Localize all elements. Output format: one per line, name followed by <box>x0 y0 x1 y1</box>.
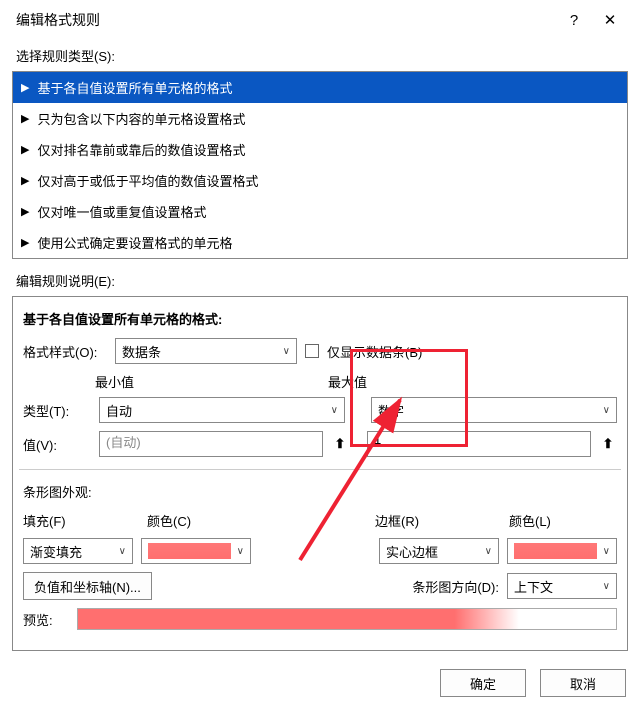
type-label: 类型(T): <box>23 401 91 420</box>
rule-type-label: 选择规则类型(S): <box>0 34 640 71</box>
rule-type-item[interactable]: ▶基于各自值设置所有单元格的格式 <box>13 72 627 103</box>
fill-label: 填充(F) <box>23 511 83 530</box>
chevron-down-icon: ∨ <box>485 546 492 557</box>
cancel-button[interactable]: 取消 <box>540 669 626 697</box>
min-type-select[interactable]: 自动∨ <box>99 397 345 423</box>
border-label: 边框(R) <box>375 511 445 530</box>
triangle-icon: ▶ <box>21 205 29 218</box>
close-button[interactable]: ✕ <box>592 11 628 29</box>
max-label: 最大值 <box>328 372 617 391</box>
edit-rule-label: 编辑规则说明(E): <box>0 259 640 296</box>
format-style-select[interactable]: 数据条∨ <box>115 338 297 364</box>
triangle-icon: ▶ <box>21 174 29 187</box>
rule-type-list: ▶基于各自值设置所有单元格的格式 ▶只为包含以下内容的单元格设置格式 ▶仅对排名… <box>12 71 628 259</box>
fill-select[interactable]: 渐变填充∨ <box>23 538 133 564</box>
chevron-down-icon: ∨ <box>603 546 610 557</box>
triangle-icon: ▶ <box>21 143 29 156</box>
edit-area: 基于各自值设置所有单元格的格式: 格式样式(O): 数据条∨ 仅显示数据条(B)… <box>12 296 628 651</box>
min-value-input[interactable]: (自动) <box>99 431 323 457</box>
chevron-down-icon: ∨ <box>237 546 244 557</box>
edit-header: 基于各自值设置所有单元格的格式: <box>23 309 617 328</box>
appearance-header: 条形图外观: <box>23 482 617 501</box>
rule-type-item[interactable]: ▶仅对高于或低于平均值的数值设置格式 <box>13 165 627 196</box>
ref-picker-icon[interactable]: ⬆ <box>331 431 349 457</box>
direction-select[interactable]: 上下文∨ <box>507 573 617 599</box>
value-label: 值(V): <box>23 435 91 454</box>
color-swatch <box>148 543 231 559</box>
format-style-label: 格式样式(O): <box>23 342 107 361</box>
triangle-icon: ▶ <box>21 236 29 249</box>
color-swatch <box>514 543 597 559</box>
rule-type-item[interactable]: ▶只为包含以下内容的单元格设置格式 <box>13 103 627 134</box>
neg-axis-button[interactable]: 负值和坐标轴(N)... <box>23 572 152 600</box>
border-color-select[interactable]: ∨ <box>507 538 617 564</box>
preview-label: 预览: <box>23 610 69 629</box>
chevron-down-icon: ∨ <box>119 546 126 557</box>
rule-type-item[interactable]: ▶仅对唯一值或重复值设置格式 <box>13 196 627 227</box>
rule-type-item[interactable]: ▶使用公式确定要设置格式的单元格 <box>13 227 627 258</box>
fill-color-select[interactable]: ∨ <box>141 538 251 564</box>
ok-button[interactable]: 确定 <box>440 669 526 697</box>
chevron-down-icon: ∨ <box>603 405 610 416</box>
direction-label: 条形图方向(D): <box>412 577 499 596</box>
max-value-input[interactable]: 1 <box>367 431 591 457</box>
color-label-2: 颜色(L) <box>509 511 569 530</box>
help-button[interactable]: ? <box>556 12 592 29</box>
triangle-icon: ▶ <box>21 81 29 94</box>
chevron-down-icon: ∨ <box>283 346 290 357</box>
color-label: 颜色(C) <box>147 511 207 530</box>
chevron-down-icon: ∨ <box>603 581 610 592</box>
chevron-down-icon: ∨ <box>331 405 338 416</box>
bar-only-label: 仅显示数据条(B) <box>327 342 422 361</box>
ref-picker-icon[interactable]: ⬆ <box>599 431 617 457</box>
max-type-select[interactable]: 数字∨ <box>371 397 617 423</box>
min-label: 最小值 <box>95 372 312 391</box>
border-select[interactable]: 实心边框∨ <box>379 538 499 564</box>
dialog-title: 编辑格式规则 <box>16 10 556 30</box>
rule-type-item[interactable]: ▶仅对排名靠前或靠后的数值设置格式 <box>13 134 627 165</box>
triangle-icon: ▶ <box>21 112 29 125</box>
bar-only-checkbox[interactable] <box>305 344 319 358</box>
preview-bar <box>77 608 617 630</box>
